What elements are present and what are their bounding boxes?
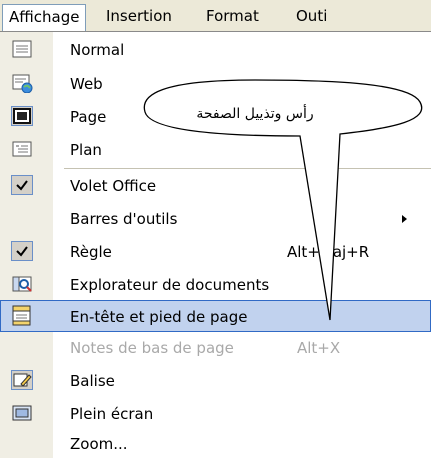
callout-shape [143, 79, 423, 321]
callout-text: رأس وتذييل الصفحة [196, 106, 314, 122]
